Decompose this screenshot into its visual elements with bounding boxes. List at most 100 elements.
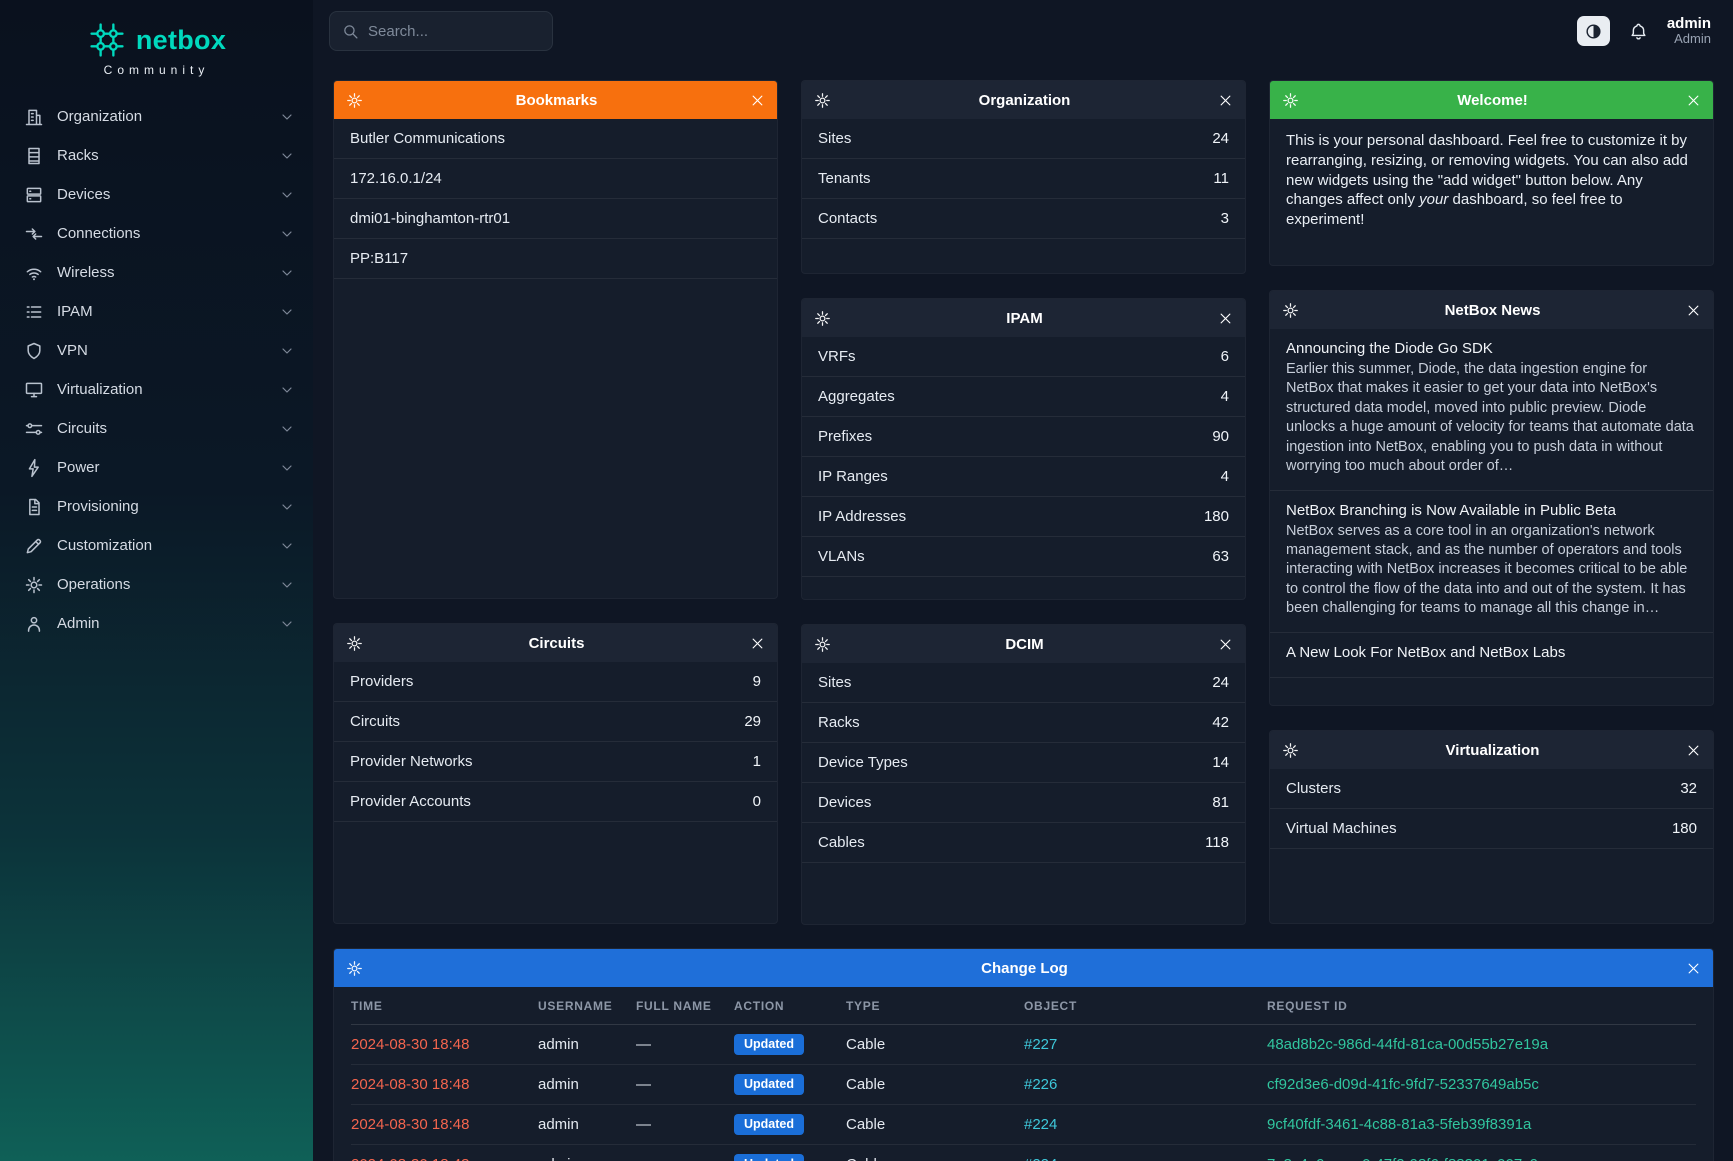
news-headline-link[interactable]: Announcing the Diode Go SDK [1286,340,1697,357]
close-icon[interactable] [1686,961,1701,976]
cell-object-link[interactable]: #226 [1024,1076,1267,1093]
stat-value: 14 [1212,754,1229,771]
cell-action: Updated [734,1074,846,1095]
stat-value: 29 [744,713,761,730]
stat-value: 63 [1212,548,1229,565]
stat-label[interactable]: Devices [818,794,871,811]
cell-object-link[interactable]: #224 [1024,1156,1267,1161]
close-icon[interactable] [1218,93,1233,108]
cell-action: Updated [734,1114,846,1135]
sidebar-item-wireless[interactable]: Wireless [0,253,313,292]
sidebar-item-power[interactable]: Power [0,448,313,487]
search-box[interactable] [329,11,553,51]
close-icon[interactable] [1218,637,1233,652]
stat-label[interactable]: Virtual Machines [1286,820,1397,837]
close-icon[interactable] [1218,311,1233,326]
cell-time-link[interactable]: 2024-08-30 18:43 [351,1156,538,1161]
sidebar-item-racks[interactable]: Racks [0,136,313,175]
stat-row: Device Types 14 [802,743,1245,783]
column-header: OBJECT [1024,999,1267,1013]
user-name: admin [1667,15,1711,32]
sidebar-item-label: Wireless [57,264,279,281]
sidebar-item-operations[interactable]: Operations [0,565,313,604]
change-log-rows: 2024-08-30 18:48admin—UpdatedCable#22748… [351,1025,1696,1161]
stat-label[interactable]: Provider Accounts [350,793,471,810]
circuits-stats: Providers9Circuits29Provider Networks1Pr… [334,662,777,923]
cell-time-link[interactable]: 2024-08-30 18:48 [351,1076,538,1093]
gear-icon[interactable] [814,636,831,653]
sidebar-item-devices[interactable]: Devices [0,175,313,214]
sidebar-item-ipam[interactable]: IPAM [0,292,313,331]
gear-icon[interactable] [1282,92,1299,109]
gear-icon[interactable] [346,92,363,109]
stat-label[interactable]: IP Ranges [818,468,888,485]
stat-value: 118 [1205,834,1229,851]
close-icon[interactable] [1686,93,1701,108]
bookmark-item[interactable]: Butler Communications [334,119,777,159]
sidebar-item-label: Organization [57,108,279,125]
sidebar-item-vpn[interactable]: VPN [0,331,313,370]
news-headline-link[interactable]: NetBox Branching is Now Available in Pub… [1286,502,1697,519]
stat-label[interactable]: Contacts [818,210,877,227]
stat-label[interactable]: VLANs [818,548,865,565]
user-menu[interactable]: admin Admin [1667,15,1711,47]
sidebar-item-circuits[interactable]: Circuits [0,409,313,448]
close-icon[interactable] [750,93,765,108]
wifi-icon [24,263,44,283]
stat-label[interactable]: VRFs [818,348,856,365]
cell-request-id-link[interactable]: 9cf40fdf-3461-4c88-81a3-5feb39f8391a [1267,1116,1696,1133]
gear-icon[interactable] [814,92,831,109]
bookmark-item[interactable]: PP:B117 [334,239,777,279]
stat-row: Provider Accounts0 [334,782,777,822]
stat-label[interactable]: Sites [818,130,851,147]
news-headline-link[interactable]: A New Look For NetBox and NetBox Labs [1286,644,1697,661]
stat-label[interactable]: Prefixes [818,428,872,445]
stat-label[interactable]: Racks [818,714,860,731]
sidebar-item-provisioning[interactable]: Provisioning [0,487,313,526]
sidebar-item-customization[interactable]: Customization [0,526,313,565]
stat-label[interactable]: Providers [350,673,413,690]
cell-time-link[interactable]: 2024-08-30 18:48 [351,1036,538,1053]
sidebar-item-connections[interactable]: Connections [0,214,313,253]
sidebar-item-label: Virtualization [57,381,279,398]
cell-object-link[interactable]: #227 [1024,1036,1267,1053]
netbox-logo[interactable]: netbox Community [0,12,313,97]
gear-icon[interactable] [346,960,363,977]
stat-label[interactable]: Device Types [818,754,908,771]
stat-label[interactable]: Clusters [1286,780,1341,797]
sidebar-item-organization[interactable]: Organization [0,97,313,136]
gear-icon[interactable] [814,310,831,327]
close-icon[interactable] [750,636,765,651]
sidebar-item-virtualization[interactable]: Virtualization [0,370,313,409]
dashboard: Bookmarks Butler Communications172.16.0.… [313,62,1733,1161]
sidebar-item-label: Admin [57,615,279,632]
cell-time-link[interactable]: 2024-08-30 18:48 [351,1116,538,1133]
widget-netbox-news: NetBox News Announcing the Diode Go SDKE… [1269,290,1714,706]
cell-object-link[interactable]: #224 [1024,1116,1267,1133]
gear-icon[interactable] [1282,302,1299,319]
cell-request-id-link[interactable]: 48ad8b2c-986d-44fd-81ca-00d55b27e19a [1267,1036,1696,1053]
bookmark-item[interactable]: 172.16.0.1/24 [334,159,777,199]
cell-request-id-link[interactable]: cf92d3e6-d09d-41fc-9fd7-52337649ab5c [1267,1076,1696,1093]
cell-request-id-link[interactable]: 7e3c4e9c-aae0-47f2-98f6-f88301c007c9 [1267,1156,1696,1161]
sidebar-item-admin[interactable]: Admin [0,604,313,643]
main-area: admin Admin Bookmarks Butler Communicati… [313,0,1733,1161]
close-icon[interactable] [1686,743,1701,758]
bookmark-item[interactable]: dmi01-binghamton-rtr01 [334,199,777,239]
stat-label[interactable]: Provider Networks [350,753,473,770]
stat-label[interactable]: IP Addresses [818,508,906,525]
gear-icon[interactable] [1282,742,1299,759]
stat-label[interactable]: Sites [818,674,851,691]
stat-label[interactable]: Cables [818,834,865,851]
gear-icon[interactable] [346,635,363,652]
stat-label[interactable]: Aggregates [818,388,895,405]
vpn-lock-icon [24,341,44,361]
stat-label[interactable]: Tenants [818,170,871,187]
stat-value: 180 [1672,820,1697,837]
notifications-button[interactable] [1627,20,1650,43]
close-icon[interactable] [1686,303,1701,318]
circuit-icon [24,419,44,439]
stat-label[interactable]: Circuits [350,713,400,730]
theme-toggle-button[interactable] [1577,16,1610,46]
search-input[interactable] [368,23,540,40]
